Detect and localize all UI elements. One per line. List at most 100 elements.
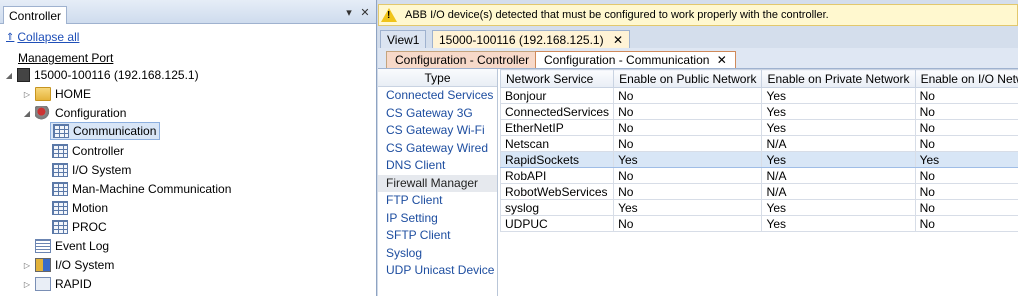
table-header-row: Network Service Enable on Public Network…	[500, 69, 1018, 88]
expanded-triangle-icon[interactable]: ◢	[22, 109, 32, 118]
table-cell[interactable]: Yes	[761, 215, 916, 232]
table-cell[interactable]: No	[613, 215, 763, 232]
column-header-private-network[interactable]: Enable on Private Network	[761, 69, 916, 88]
table-row-selected[interactable]: RapidSockets Yes Yes Yes	[500, 151, 1018, 168]
table-cell[interactable]: No	[914, 103, 1018, 120]
table-cell[interactable]: Yes	[761, 119, 916, 136]
table-cell[interactable]: Yes	[613, 151, 763, 168]
table-cell[interactable]: No	[613, 135, 763, 152]
tree-node-motion[interactable]: Motion	[52, 199, 108, 217]
warning-bar[interactable]: ABB I/O device(s) detected that must be …	[378, 4, 1018, 26]
management-port-label[interactable]: Management Port	[18, 49, 113, 67]
type-item-connected-services[interactable]: Connected Services	[378, 87, 497, 105]
tree-node-io-system[interactable]: ▷ I/O System	[22, 256, 114, 274]
tab-label: Configuration - Communication	[544, 53, 710, 67]
topic-grid-icon	[52, 220, 68, 234]
table-cell[interactable]: No	[914, 199, 1018, 216]
tree-node-communication[interactable]: Communication	[50, 122, 161, 140]
type-item-firewall-manager[interactable]: Firewall Manager	[378, 174, 497, 192]
tree-node-event-log[interactable]: Event Log	[35, 237, 109, 255]
table-row[interactable]: RobAPI No N/A No	[500, 167, 1018, 184]
tree-node-man-machine[interactable]: Man-Machine Communication	[52, 180, 231, 198]
tab-configuration-communication[interactable]: Configuration - Communication ✕	[535, 51, 736, 68]
table-cell[interactable]: No	[914, 215, 1018, 232]
collapsed-triangle-icon[interactable]: ▷	[22, 280, 32, 289]
tree-node-rapid[interactable]: ▷ RAPID	[22, 275, 92, 293]
table-cell[interactable]: No	[914, 119, 1018, 136]
type-list-header: Type	[378, 69, 497, 87]
tree-node-label: Configuration	[55, 106, 127, 120]
collapsed-triangle-icon[interactable]: ▷	[22, 261, 32, 270]
collapse-all-link[interactable]: ⇑ Collapse all	[6, 30, 79, 44]
tree-node-configuration[interactable]: ◢ Configuration	[22, 104, 126, 122]
table-cell[interactable]: Netscan	[500, 135, 615, 152]
document-pane: ABB I/O device(s) detected that must be …	[378, 0, 1018, 296]
type-item-sftp-client[interactable]: SFTP Client	[378, 227, 497, 245]
tab-controller-15000[interactable]: 15000-100116 (192.168.125.1) ✕	[432, 30, 630, 48]
table-cell[interactable]: RapidSockets	[500, 151, 615, 168]
table-cell[interactable]: UDPUC	[500, 215, 615, 232]
table-cell[interactable]: Yes	[914, 151, 1018, 168]
table-cell[interactable]: ConnectedServices	[500, 103, 615, 120]
tab-configuration-controller[interactable]: Configuration - Controller	[386, 51, 539, 68]
column-header-io-network[interactable]: Enable on I/O Network	[914, 69, 1018, 88]
column-header-public-network[interactable]: Enable on Public Network	[613, 69, 763, 88]
table-cell[interactable]: Bonjour	[500, 87, 615, 104]
table-row[interactable]: syslog Yes Yes No	[500, 199, 1018, 216]
type-item-ip-setting[interactable]: IP Setting	[378, 210, 497, 228]
close-icon[interactable]: ✕	[358, 6, 372, 20]
type-item-cs-gateway-wifi[interactable]: CS Gateway Wi-Fi	[378, 122, 497, 140]
collapsed-triangle-icon[interactable]: ▷	[22, 90, 32, 99]
column-header-network-service[interactable]: Network Service	[500, 69, 615, 88]
table-cell[interactable]: Yes	[761, 103, 916, 120]
table-row[interactable]: Bonjour No Yes No	[500, 87, 1018, 104]
table-cell[interactable]: No	[914, 87, 1018, 104]
type-item-cs-gateway-wired[interactable]: CS Gateway Wired	[378, 140, 497, 158]
controller-icon	[17, 68, 30, 82]
type-item-syslog[interactable]: Syslog	[378, 245, 497, 263]
table-row[interactable]: Netscan No N/A No	[500, 135, 1018, 152]
table-row[interactable]: ConnectedServices No Yes No	[500, 103, 1018, 120]
table-cell[interactable]: EtherNetIP	[500, 119, 615, 136]
table-cell[interactable]: N/A	[761, 167, 916, 184]
table-cell[interactable]: Yes	[761, 87, 916, 104]
table-cell[interactable]: RobAPI	[500, 167, 615, 184]
table-cell[interactable]: No	[613, 87, 763, 104]
table-cell[interactable]: No	[613, 119, 763, 136]
topic-grid-icon	[53, 124, 69, 138]
controller-pane-title[interactable]: Controller	[3, 6, 68, 24]
pin-dropdown-icon[interactable]: ▾	[342, 6, 356, 20]
tab-view1[interactable]: View1	[380, 30, 427, 48]
table-cell[interactable]: No	[914, 183, 1018, 200]
topic-grid-icon	[52, 182, 68, 196]
table-cell[interactable]: No	[914, 167, 1018, 184]
table-cell[interactable]: N/A	[761, 135, 916, 152]
close-icon[interactable]: ✕	[717, 53, 727, 67]
tree-node-controller-topic[interactable]: Controller	[52, 142, 124, 160]
table-row[interactable]: RobotWebServices No N/A No	[500, 183, 1018, 200]
warning-text: ABB I/O device(s) detected that must be …	[405, 9, 829, 21]
tree-node-controller[interactable]: ◢ 15000-100116 (192.168.125.1)	[4, 66, 199, 84]
table-cell[interactable]: Yes	[761, 151, 916, 168]
type-item-cs-gateway-3g[interactable]: CS Gateway 3G	[378, 105, 497, 123]
table-cell[interactable]: syslog	[500, 199, 615, 216]
table-row[interactable]: EtherNetIP No Yes No	[500, 119, 1018, 136]
type-item-dns-client[interactable]: DNS Client	[378, 157, 497, 175]
tree-node-proc[interactable]: PROC	[52, 218, 107, 236]
table-cell[interactable]: Yes	[761, 199, 916, 216]
table-cell[interactable]: RobotWebServices	[500, 183, 615, 200]
table-cell[interactable]: No	[613, 167, 763, 184]
expanded-triangle-icon[interactable]: ◢	[4, 71, 14, 80]
table-row[interactable]: UDPUC No Yes No	[500, 215, 1018, 232]
table-cell[interactable]: N/A	[761, 183, 916, 200]
tree-node-home[interactable]: ▷ HOME	[22, 85, 91, 103]
table-cell[interactable]: Yes	[613, 199, 763, 216]
type-item-ftp-client[interactable]: FTP Client	[378, 192, 497, 210]
table-cell[interactable]: No	[613, 183, 763, 200]
tree-node-io-system-topic[interactable]: I/O System	[52, 161, 131, 179]
type-item-udp-unicast-device[interactable]: UDP Unicast Device	[378, 262, 497, 280]
table-cell[interactable]: No	[613, 103, 763, 120]
configuration-icon	[35, 106, 51, 120]
table-cell[interactable]: No	[914, 135, 1018, 152]
close-icon[interactable]: ✕	[613, 33, 623, 47]
